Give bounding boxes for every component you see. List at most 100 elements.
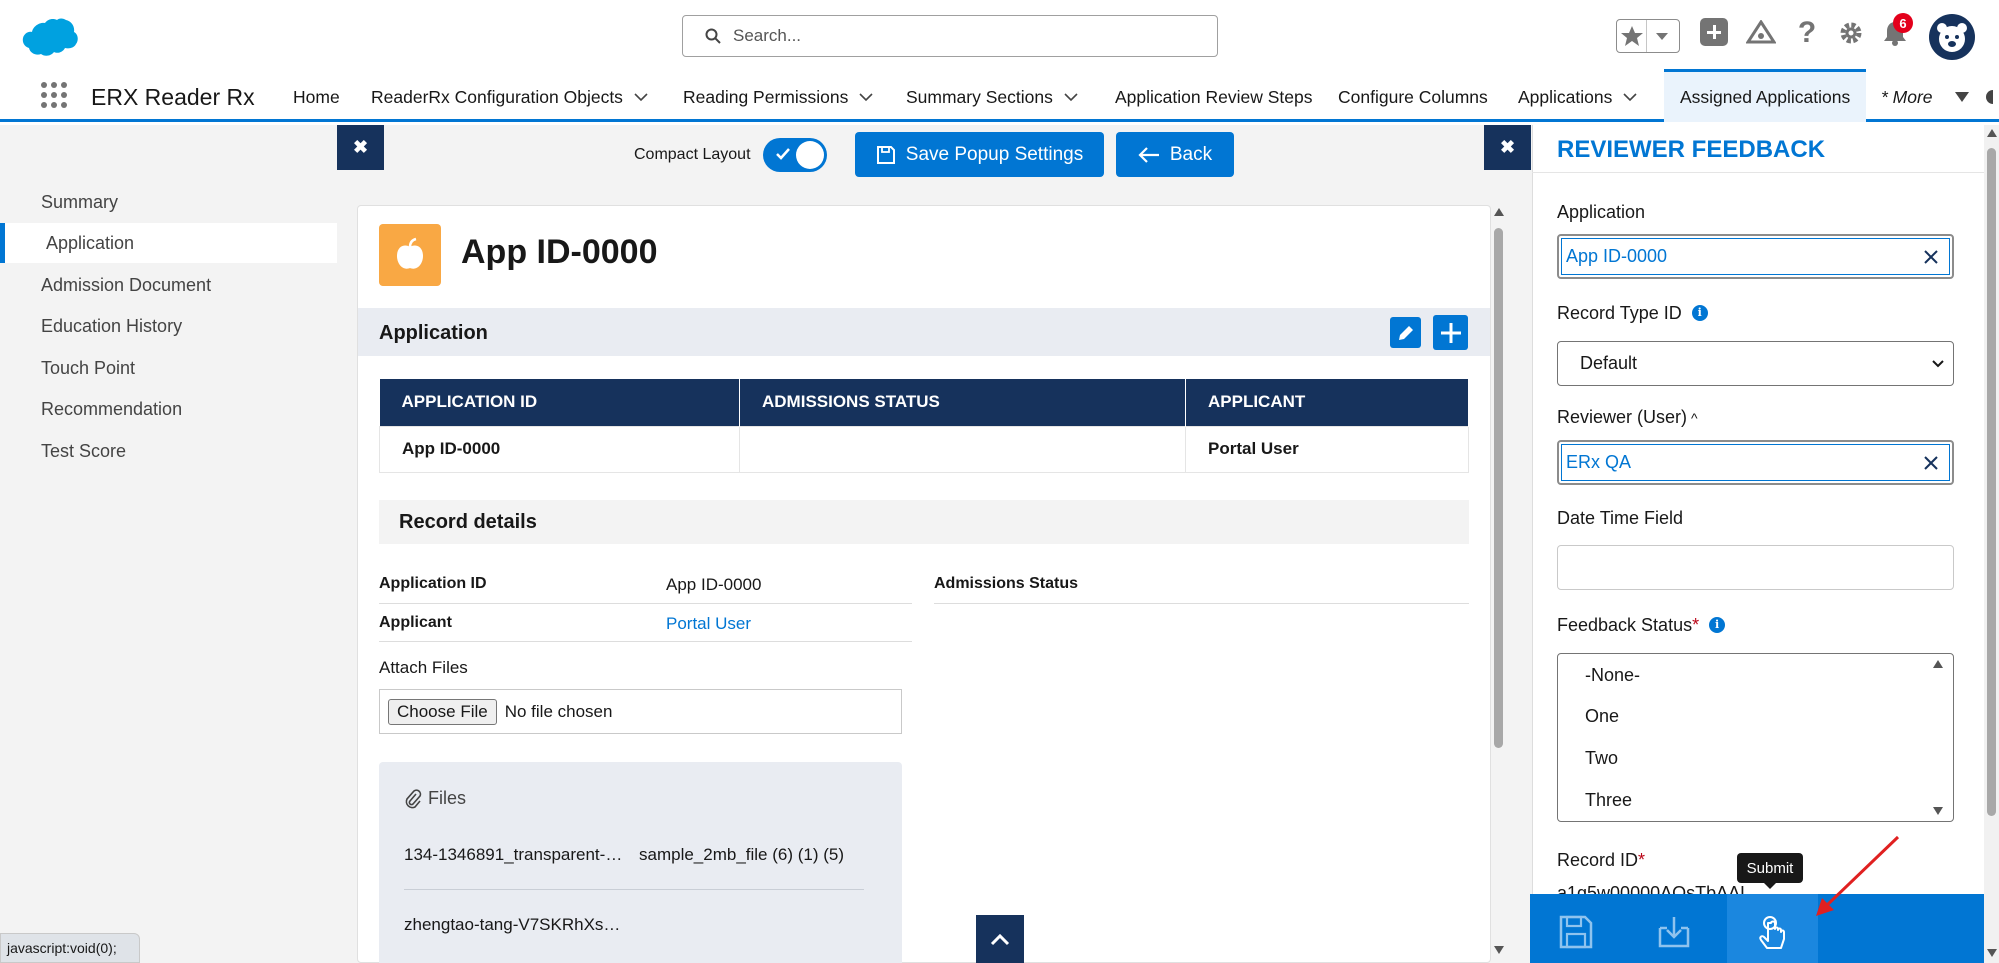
field-label-application-id: Application ID <box>379 575 487 592</box>
chevron-down-icon[interactable] <box>858 92 874 102</box>
save-popup-settings-button[interactable]: Save Popup Settings <box>855 132 1104 177</box>
chevron-down-icon[interactable] <box>1063 92 1079 102</box>
add-button[interactable] <box>1433 315 1468 350</box>
listbox-scroll-up-icon[interactable] <box>1932 659 1944 669</box>
feedback-option[interactable]: Three <box>1585 790 1632 811</box>
file-item[interactable]: 134-1346891_transparent-… <box>404 845 622 865</box>
feedback-option[interactable]: One <box>1585 706 1619 727</box>
app-launcher-button[interactable] <box>40 81 68 114</box>
feedback-option[interactable]: -None- <box>1585 665 1640 686</box>
feedback-status-label: Feedback Status* i <box>1557 615 1726 636</box>
nav-more-button[interactable]: * More <box>1881 72 1993 122</box>
scroll-to-top-button[interactable] <box>976 915 1024 963</box>
reviewer-label-text: Reviewer (User) <box>1557 407 1688 427</box>
nav-item-configure-columns[interactable]: Configure Columns <box>1338 72 1488 122</box>
scroll-down-arrow-icon[interactable] <box>1986 948 1998 958</box>
scroll-up-arrow-icon[interactable] <box>1493 207 1505 217</box>
record-scrollbar-thumb[interactable] <box>1494 228 1503 748</box>
reviewer-lookup[interactable]: ERx QA <box>1557 440 1954 485</box>
global-actions-button[interactable] <box>1700 18 1728 46</box>
global-search[interactable]: Search... <box>682 15 1218 57</box>
tap-hand-icon <box>1759 916 1785 949</box>
nav-item-configuration-objects[interactable]: ReaderRx Configuration Objects <box>371 72 649 122</box>
record-id-label: Record ID* <box>1557 850 1645 871</box>
field-divider <box>379 641 912 642</box>
save-and-close-button[interactable] <box>1656 914 1692 955</box>
back-button[interactable]: Back <box>1116 132 1234 177</box>
required-asterisk: * <box>1638 850 1646 870</box>
compact-layout-toggle[interactable] <box>763 138 827 172</box>
close-panel-button[interactable]: ✖ <box>1484 125 1531 170</box>
scroll-down-arrow-icon[interactable] <box>1493 945 1505 955</box>
nav-label: Reading Permissions <box>683 86 849 107</box>
paperclip-icon <box>405 788 422 808</box>
datetime-label: Date Time Field <box>1557 508 1684 528</box>
record-type-label: Record Type ID i <box>1557 303 1708 324</box>
file-item[interactable]: zhengtao-tang-V7SKRhXs… <box>404 915 620 935</box>
user-avatar-icon <box>1937 23 1967 52</box>
field-divider <box>379 603 912 604</box>
nav-label: ReaderRx Configuration Objects <box>371 86 623 107</box>
files-title: Files <box>404 788 466 809</box>
sidebar-item-touch-point[interactable]: Touch Point <box>0 348 337 388</box>
global-header: Search... ? 6 <box>0 0 1999 72</box>
field-label-applicant: Applicant <box>379 614 452 631</box>
nav-item-assigned-applications[interactable]: Assigned Applications <box>1664 69 1867 122</box>
record-title: App ID-0000 <box>461 233 658 271</box>
toggle-knob <box>796 141 824 169</box>
submit-tooltip: Submit <box>1737 853 1803 889</box>
chevron-down-icon <box>1932 359 1944 367</box>
feedback-option[interactable]: Two <box>1585 748 1618 769</box>
info-icon[interactable]: i <box>1691 304 1708 321</box>
sidebar-item-label: Education History <box>41 315 183 336</box>
nav-label: Application Review Steps <box>1115 86 1313 107</box>
nav-item-applications[interactable]: Applications <box>1518 72 1638 122</box>
help-icon[interactable]: ? <box>1794 16 1820 49</box>
sidebar-item-label: Application <box>46 232 135 253</box>
annotation-arrow-icon <box>1816 835 1900 916</box>
sidebar-item-test-score[interactable]: Test Score <box>0 431 337 471</box>
avatar[interactable] <box>1929 14 1975 60</box>
panel-scrollbar-thumb[interactable] <box>1987 148 1996 816</box>
back-button-label: Back <box>1169 143 1213 165</box>
setup-button[interactable] <box>1836 18 1866 48</box>
nav-item-home[interactable]: Home <box>293 72 340 122</box>
record-type-select[interactable]: Default <box>1557 341 1954 386</box>
info-icon[interactable]: i <box>1709 616 1726 633</box>
chevron-down-icon[interactable] <box>1622 92 1638 102</box>
table-row[interactable]: App ID-0000 Portal User <box>379 425 1469 473</box>
file-upload-input[interactable]: Choose File No file chosen <box>379 689 902 734</box>
scroll-up-arrow-icon[interactable] <box>1986 128 1998 138</box>
close-sidebar-button[interactable]: ✖ <box>337 125 384 170</box>
save-draft-button[interactable] <box>1558 914 1594 955</box>
listbox-scroll-down-icon[interactable] <box>1932 806 1944 816</box>
choose-file-button[interactable]: Choose File <box>388 698 497 725</box>
file-divider <box>404 889 864 890</box>
clear-icon[interactable] <box>1923 455 1939 471</box>
trailhead-icon <box>1746 20 1776 44</box>
edit-button[interactable] <box>1390 317 1421 348</box>
nav-item-application-review-steps[interactable]: Application Review Steps <box>1115 72 1312 122</box>
chevron-down-icon[interactable] <box>633 92 649 102</box>
datetime-input[interactable] <box>1557 545 1954 590</box>
sidebar-item-recommendation[interactable]: Recommendation <box>0 389 337 429</box>
attach-files-label: Attach Files <box>379 658 468 677</box>
sidebar-item-summary[interactable]: Summary <box>0 182 337 222</box>
field-divider <box>934 603 1469 604</box>
column-header-application-id: APPLICATION ID <box>379 379 740 426</box>
nav-item-reading-permissions[interactable]: Reading Permissions <box>683 72 874 122</box>
nav-item-summary-sections[interactable]: Summary Sections <box>906 72 1079 122</box>
clear-icon[interactable] <box>1923 249 1939 265</box>
field-value-applicant-link[interactable]: Portal User <box>666 614 751 634</box>
sidebar-item-education-history[interactable]: Education History <box>0 306 337 346</box>
salesforce-logo[interactable] <box>22 18 78 58</box>
trailhead-button[interactable] <box>1746 18 1776 48</box>
application-lookup[interactable]: App ID-0000 <box>1557 234 1954 279</box>
files-title-text: Files <box>428 788 467 808</box>
file-item[interactable]: sample_2mb_file (6) (1) (5) <box>639 845 844 865</box>
sidebar-item-admission-document[interactable]: Admission Document <box>0 265 337 305</box>
submit-button[interactable] <box>1754 914 1790 957</box>
reviewer-label: Reviewer (User) ^ <box>1557 407 1698 428</box>
sidebar-item-application[interactable]: Application <box>0 223 337 263</box>
favorites-button[interactable] <box>1616 19 1680 53</box>
